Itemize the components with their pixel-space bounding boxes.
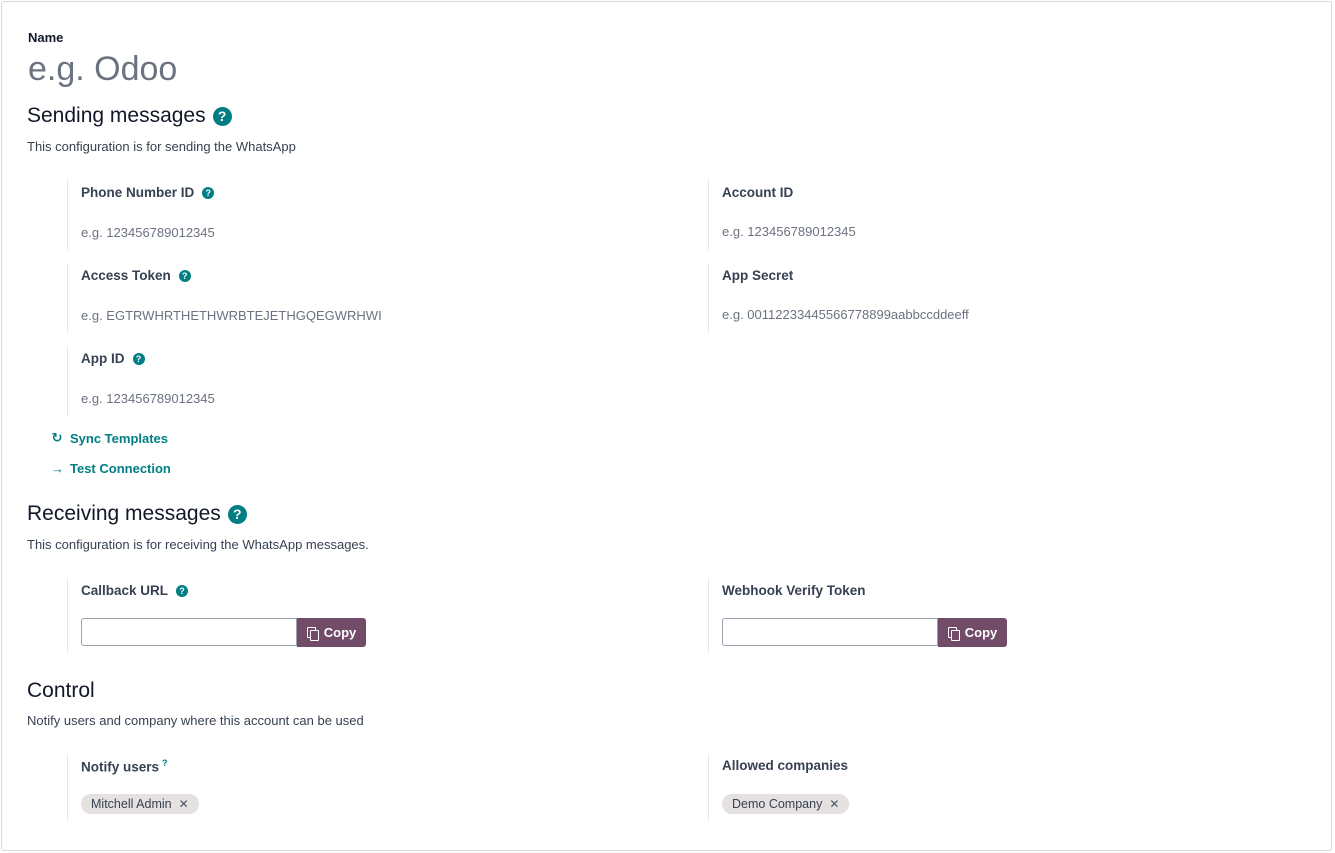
sync-templates-button[interactable]: ↻ Sync Templates: [51, 430, 168, 446]
question-circle-icon[interactable]: ?: [227, 504, 247, 524]
refresh-icon: ↻: [51, 430, 63, 445]
test-connection-label: Test Connection: [70, 461, 171, 476]
callback-url-input[interactable]: [81, 618, 297, 646]
account-id-input[interactable]: e.g. 123456789012345: [722, 224, 856, 239]
form-sheet: Name e.g. Odoo Sending messages ? This c…: [1, 1, 1332, 851]
receiving-section-title: Receiving messages ?: [27, 502, 247, 526]
tooltip-marker[interactable]: ?: [162, 758, 168, 768]
app-id-field: App ID? e.g. 123456789012345: [67, 346, 568, 416]
close-icon[interactable]: ✕: [179, 794, 189, 814]
clipboard-icon: [306, 626, 319, 641]
arrow-right-icon: →: [51, 461, 64, 476]
webhook-verify-token-label: Webhook Verify Token: [722, 583, 866, 598]
callback-url-copy-widget: Copy: [81, 618, 366, 647]
sending-section-title: Sending messages ?: [27, 104, 232, 128]
phone-number-id-input[interactable]: e.g. 123456789012345: [81, 225, 215, 240]
callback-url-copy-button[interactable]: Copy: [297, 618, 366, 647]
name-label: Name: [28, 30, 64, 45]
access-token-field: Access Token? e.g. EGTRWHRTHETHWRBTEJETH…: [67, 263, 568, 333]
app-secret-input[interactable]: e.g. 00112233445566778899aabbccddeeff: [722, 307, 969, 322]
access-token-input[interactable]: e.g. EGTRWHRTHETHWRBTEJETHGQEGWRHWI: [81, 308, 382, 323]
test-connection-button[interactable]: → Test Connection: [51, 461, 171, 476]
callback-url-field: Callback URL? Copy: [67, 578, 568, 653]
tag-label: Mitchell Admin: [91, 797, 172, 811]
callback-url-label: Callback URL?: [81, 583, 189, 598]
webhook-copy-button[interactable]: Copy: [938, 618, 1007, 647]
webhook-verify-token-input[interactable]: [722, 618, 938, 646]
account-id-label: Account ID: [722, 185, 794, 200]
tag-label: Demo Company: [732, 797, 823, 811]
app-id-label: App ID?: [81, 351, 145, 366]
question-circle-icon[interactable]: ?: [212, 106, 232, 126]
app-id-input[interactable]: e.g. 123456789012345: [81, 391, 215, 406]
app-secret-field: App Secret e.g. 00112233445566778899aabb…: [708, 263, 1209, 333]
account-id-field: Account ID e.g. 123456789012345: [708, 180, 1209, 250]
notify-users-field: Notify users? Mitchell Admin ✕: [67, 754, 568, 821]
tag-mitchell-admin: Mitchell Admin ✕: [81, 794, 199, 814]
copy-label: Copy: [964, 625, 998, 640]
webhook-copy-widget: Copy: [722, 618, 1007, 647]
question-circle-icon[interactable]: ?: [202, 187, 215, 199]
notify-users-label: Notify users?: [81, 758, 168, 775]
app-secret-label: App Secret: [722, 268, 794, 283]
webhook-verify-token-field: Webhook Verify Token Copy: [708, 578, 1209, 653]
sending-description: This configuration is for sending the Wh…: [27, 139, 296, 154]
tag-demo-company: Demo Company ✕: [722, 794, 850, 814]
close-icon[interactable]: ✕: [829, 794, 839, 814]
allowed-companies-field: Allowed companies Demo Company ✕: [708, 754, 1209, 821]
sync-templates-label: Sync Templates: [70, 430, 169, 446]
control-section-title: Control: [27, 679, 95, 703]
control-title-text: Control: [27, 679, 95, 702]
question-circle-icon[interactable]: ?: [132, 353, 145, 365]
copy-label: Copy: [323, 625, 357, 640]
clipboard-icon: [947, 626, 960, 641]
access-token-label: Access Token?: [81, 268, 191, 283]
phone-number-id-field: Phone Number ID? e.g. 123456789012345: [67, 180, 568, 250]
question-circle-icon[interactable]: ?: [178, 270, 191, 282]
receiving-description: This configuration is for receiving the …: [27, 537, 369, 552]
name-input[interactable]: e.g. Odoo: [28, 50, 177, 89]
receiving-title-text: Receiving messages: [27, 502, 221, 525]
control-description: Notify users and company where this acco…: [27, 713, 364, 728]
sending-title-text: Sending messages: [27, 104, 206, 127]
question-circle-icon[interactable]: ?: [176, 585, 189, 597]
allowed-companies-label: Allowed companies: [722, 758, 849, 773]
phone-number-id-label: Phone Number ID?: [81, 185, 215, 200]
